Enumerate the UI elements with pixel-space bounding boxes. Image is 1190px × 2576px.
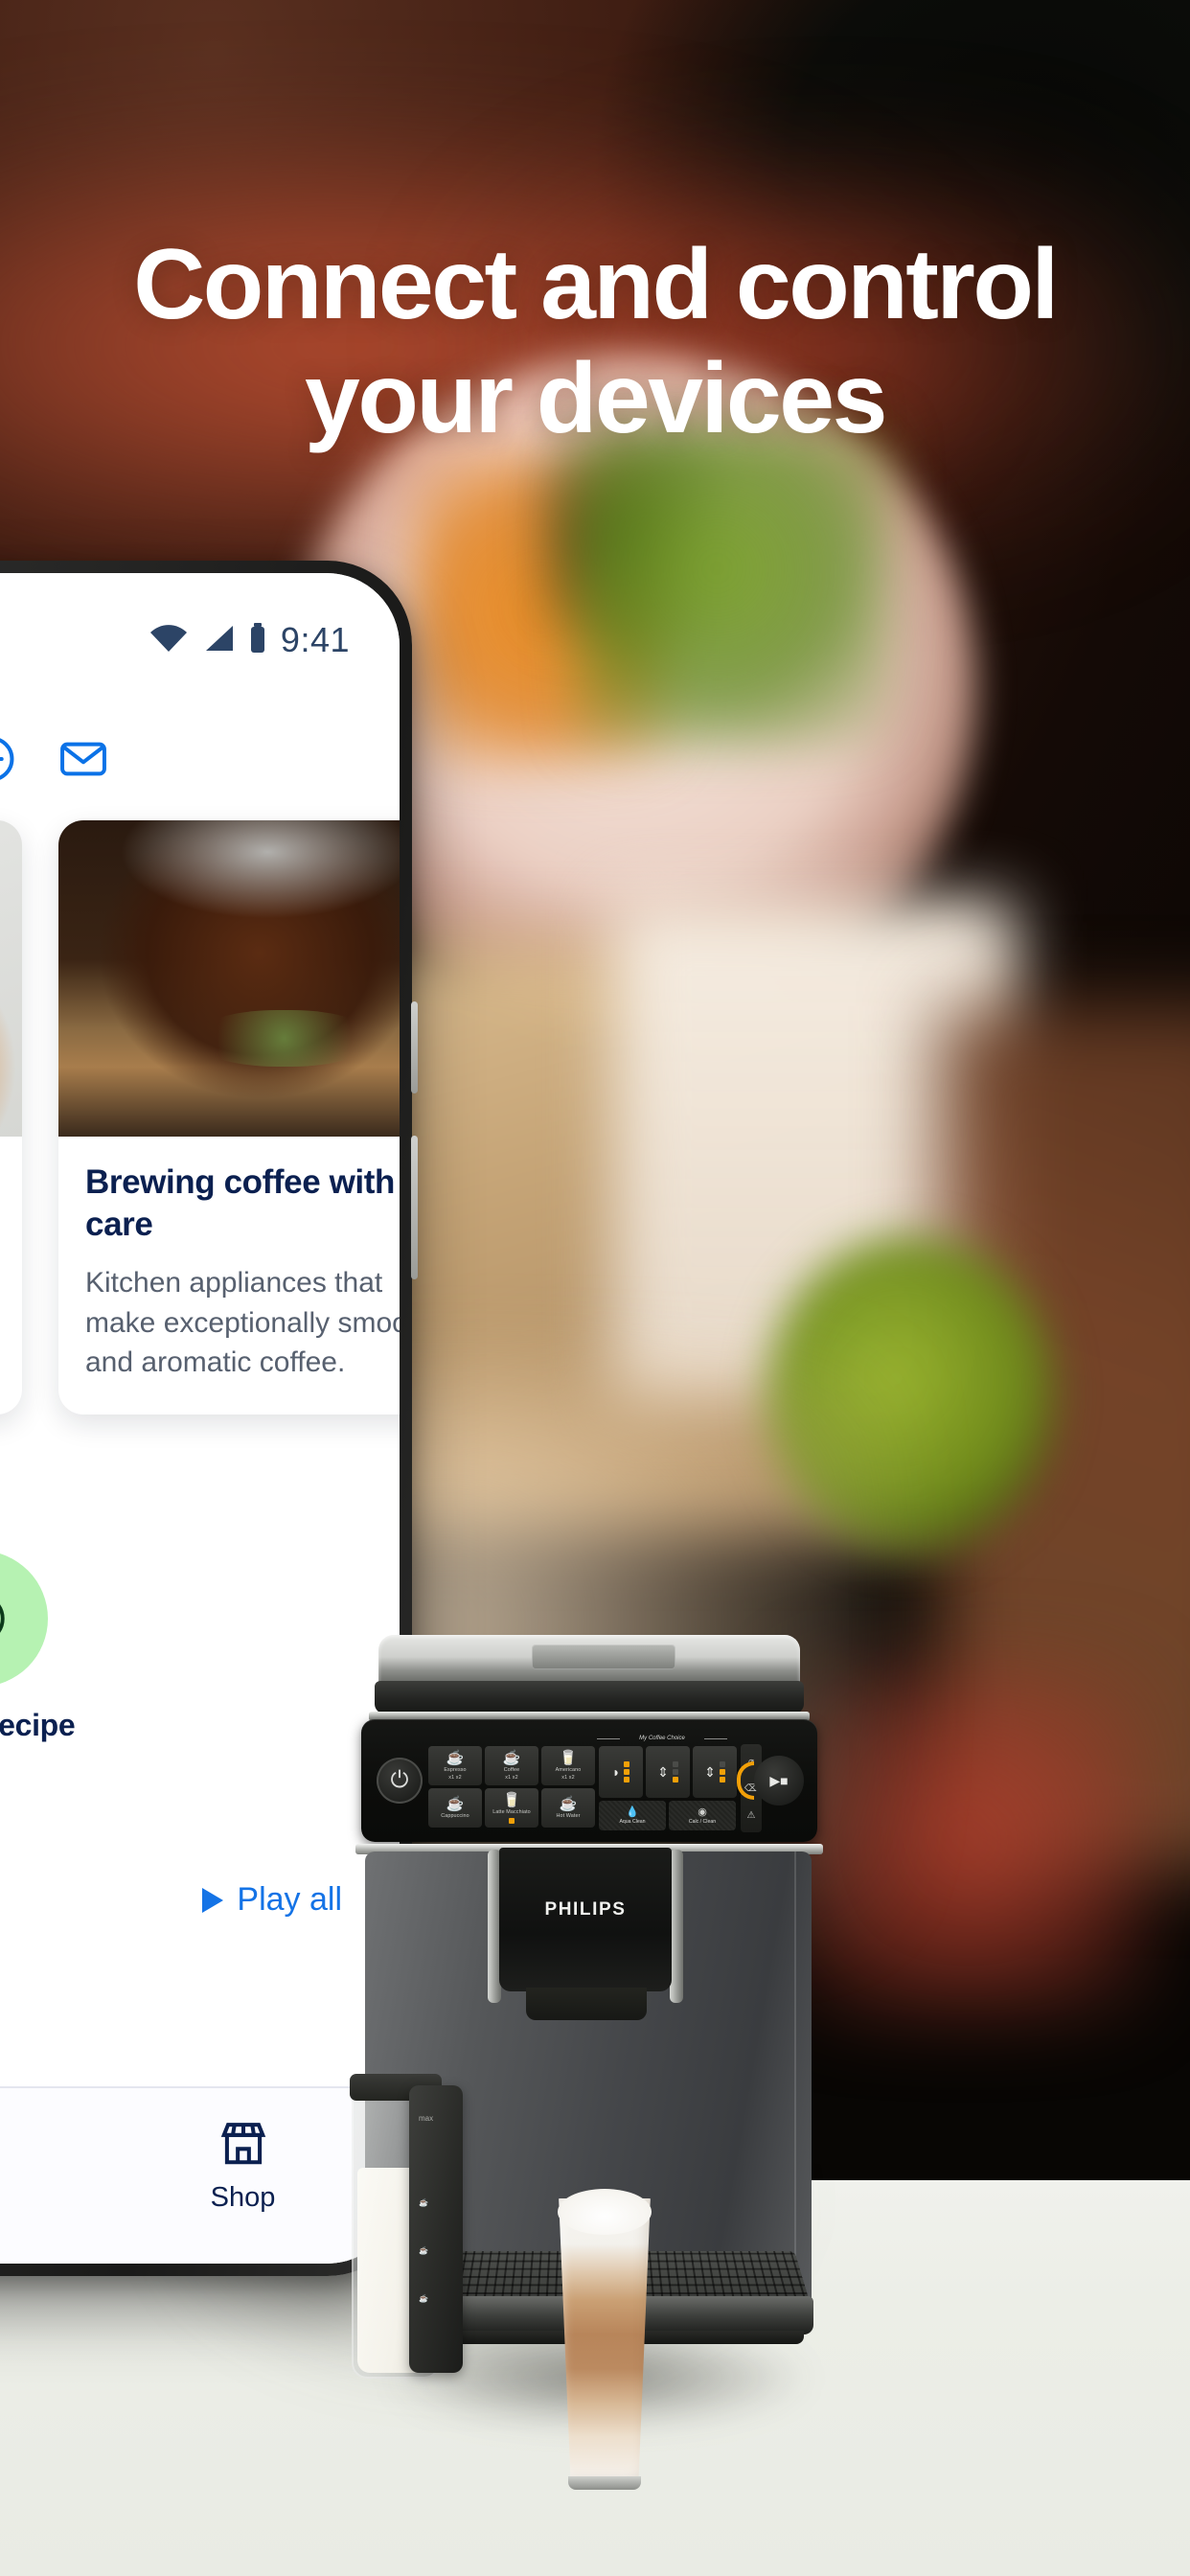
card-body: Brewing coffee with care Kitchen applian…: [58, 1137, 400, 1414]
play-stop-icon: ▶■: [769, 1773, 788, 1789]
strength-level-bar: [624, 1761, 629, 1782]
machine-front-panel: PHILIPS: [499, 1848, 672, 1991]
selection-indicator: [509, 1818, 515, 1824]
max-marking: max: [419, 2114, 433, 2123]
tab-appliances[interactable]: Appliances: [0, 2113, 86, 2214]
calc-clean-button[interactable]: ◉ Calc / Clean: [669, 1801, 736, 1830]
brand-logo: PHILIPS: [499, 1899, 672, 1920]
cup-warming-tray: [532, 1644, 675, 1669]
carafe-base: [346, 2365, 461, 2411]
power-icon[interactable]: ⏻: [377, 1758, 423, 1804]
background-food-greens: [575, 422, 891, 748]
wifi-icon: [149, 624, 189, 657]
drink-sublabel: x1 x2: [561, 1775, 574, 1781]
tab-label: Appliances: [0, 2182, 86, 2214]
maintenance-group[interactable]: 💧 Aqua Clean ◉ Calc / Clean: [599, 1801, 736, 1830]
phone-power-button[interactable]: [411, 1136, 418, 1279]
drink-label: Latte Macchiato: [492, 1809, 531, 1815]
drink-sublabel: x1 x2: [505, 1775, 517, 1781]
status-bar-time: 9:41: [281, 620, 350, 660]
glass-icon: 🥛: [503, 1793, 521, 1807]
cup-volume-icon: ⇕: [657, 1764, 669, 1781]
cup-icon: ☕: [503, 1751, 521, 1765]
drink-button-latte-macchiato[interactable]: 🥛 Latte Macchiato: [485, 1788, 538, 1828]
double-cup-icon: ☕: [419, 2198, 428, 2207]
drink-button-hot-water[interactable]: ☕ Hot Water: [541, 1788, 595, 1828]
calc-clean-label: Calc / Clean: [689, 1819, 716, 1825]
drink-button-espresso[interactable]: ☕ Espresso x1 x2: [428, 1746, 482, 1785]
descale-icon: ◉: [698, 1807, 707, 1818]
drink-label: Americano: [556, 1767, 582, 1773]
card-body: Novel ways to Ready to take our recipes …: [0, 1137, 22, 1333]
status-bar: 9:41: [0, 615, 400, 665]
glass-body: [555, 2198, 654, 2482]
froth-level-bar: [720, 1761, 725, 1782]
spout-chrome-right: [670, 1850, 683, 2003]
plus-circle-icon: [0, 1551, 48, 1687]
drink-button-cappuccino[interactable]: ☕ Cappuccino: [428, 1788, 482, 1828]
coffee-machine: ⏻ ☕ Espresso x1 x2 ☕ Coffee x1 x2 🥛 Amer…: [340, 1635, 858, 2409]
drink-button-americano[interactable]: 🥛 Americano x1 x2: [541, 1746, 595, 1785]
milk-froth-selector[interactable]: ⇕: [693, 1746, 737, 1798]
quick-action-create-recipe[interactable]: Create recipe: [0, 1551, 76, 1743]
play-triangle-icon: [202, 1888, 223, 1913]
steam-cup-icon: ☕: [560, 1797, 578, 1811]
aqua-clean-button[interactable]: 💧 Aqua Clean: [599, 1801, 666, 1830]
cup-icon: ☕: [446, 1751, 465, 1765]
roasted-squash-photo: [0, 820, 22, 1137]
mug-icon: 🥛: [560, 1751, 578, 1765]
play-all-label: Play all: [237, 1881, 342, 1919]
plus-circle-icon[interactable]: [0, 732, 18, 786]
page-title: Connect and control your devices: [0, 228, 1190, 455]
quick-action-label: Create recipe: [0, 1708, 76, 1743]
glass-base: [568, 2476, 641, 2490]
latte-macchiato-glass: [555, 2198, 654, 2482]
drink-label: Cappuccino: [441, 1813, 469, 1819]
cup-volume-selector[interactable]: ⇕: [646, 1746, 690, 1798]
drink-label: Coffee: [504, 1767, 519, 1773]
card-title: Brewing coffee with care: [85, 1162, 400, 1246]
machine-lid-band: [375, 1681, 804, 1714]
drink-sublabel: x1 x2: [448, 1775, 461, 1781]
headline-line-2: your devices: [0, 342, 1190, 456]
coffee-bean-icon: ◗: [612, 1764, 620, 1780]
small-cup-icon: ☕: [419, 2246, 428, 2255]
drink-label: Espresso: [444, 1767, 466, 1773]
phone-volume-button[interactable]: [411, 1001, 418, 1093]
coffee-carafe-photo: [58, 820, 400, 1137]
drink-button-grid[interactable]: ☕ Espresso x1 x2 ☕ Coffee x1 x2 🥛 Americ…: [428, 1746, 595, 1828]
aqua-clean-label: Aqua Clean: [619, 1819, 645, 1825]
machine-control-panel[interactable]: ⏻ ☕ Espresso x1 x2 ☕ Coffee x1 x2 🥛 Amer…: [361, 1719, 817, 1842]
drink-label: Hot Water: [557, 1813, 581, 1819]
appliances-grid-icon: [0, 2113, 86, 2173]
headline-line-1: Connect and control: [133, 229, 1057, 340]
app-toolbar: [0, 715, 400, 803]
cup-icon: ☕: [446, 1797, 465, 1811]
large-cup-icon: ☕: [419, 2294, 428, 2303]
start-button-glow: [737, 1761, 754, 1800]
drink-button-coffee[interactable]: ☕ Coffee x1 x2: [485, 1746, 538, 1785]
my-coffee-choice-group[interactable]: ◗ ⇕ ⇕: [599, 1746, 737, 1798]
envelope-icon[interactable]: [57, 732, 110, 786]
milk-froth-icon: ⇕: [704, 1764, 716, 1781]
cellular-signal-icon: [202, 624, 235, 657]
card-carousel[interactable]: Novel ways to Ready to take our recipes …: [0, 820, 400, 1414]
coffee-strength-selector[interactable]: ◗: [599, 1746, 643, 1798]
play-all-button[interactable]: Play all: [202, 1881, 342, 1919]
frother-unit: max ☕ ☕ ☕: [409, 2085, 463, 2373]
volume-level-bar: [673, 1761, 678, 1782]
card-text: Kitchen appliances that make exceptional…: [85, 1263, 400, 1382]
lattego-milk-carafe: max ☕ ☕ ☕: [352, 2091, 455, 2398]
coffee-spout: [526, 1988, 647, 2020]
milk-foam: [558, 2189, 652, 2235]
start-stop-button[interactable]: ▶■: [754, 1756, 804, 1806]
water-drop-icon: 💧: [626, 1807, 639, 1818]
card-item[interactable]: Brewing coffee with care Kitchen applian…: [58, 820, 400, 1414]
battery-icon: [248, 623, 267, 658]
my-coffee-choice-label: My Coffee Choice: [599, 1736, 725, 1741]
card-item[interactable]: Novel ways to Ready to take our recipes …: [0, 820, 22, 1414]
warning-icon: ⚠: [747, 1810, 756, 1821]
